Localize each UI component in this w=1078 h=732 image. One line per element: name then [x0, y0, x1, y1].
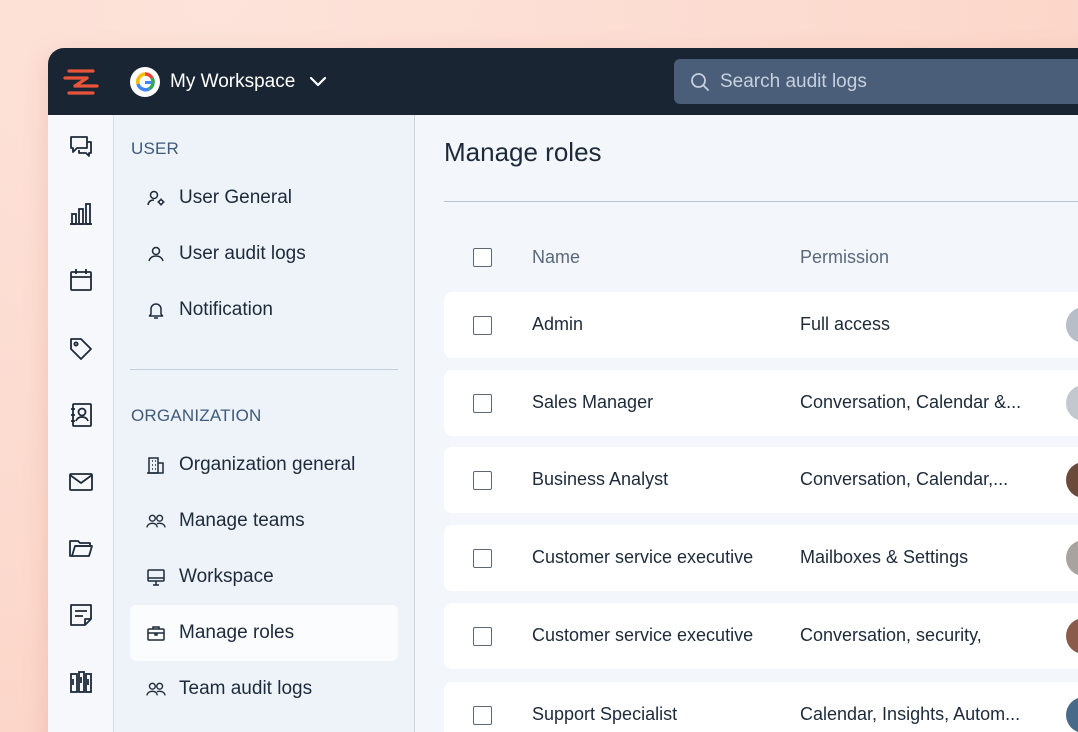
sidebar-item-manage-teams[interactable]: Manage teams [130, 493, 398, 549]
workspace-logo-icon [136, 72, 155, 92]
role-name: Business Analyst [532, 469, 669, 489]
table-row[interactable]: Admin Full access [444, 292, 1078, 358]
workspace-avatar [130, 67, 160, 97]
role-name: Admin [532, 314, 584, 334]
folder-icon[interactable] [67, 534, 95, 562]
sidebar-item-label: Workspace [179, 566, 274, 587]
mail-icon[interactable] [67, 468, 95, 496]
table-row[interactable]: Support Specialist Calendar, Insights, A… [444, 682, 1078, 732]
table-row[interactable]: Customer service executive Conversation,… [444, 603, 1078, 669]
avatar [1066, 697, 1078, 732]
row-checkbox[interactable] [473, 316, 492, 335]
logo-icon [63, 68, 99, 95]
sidebar-item-manage-roles[interactable]: Manage roles [130, 605, 398, 661]
sidebar-divider [130, 369, 398, 370]
sidebar-item-user-audit-logs[interactable]: User audit logs [130, 226, 398, 282]
app-logo[interactable] [48, 48, 114, 115]
role-permission: Full access [800, 314, 891, 334]
icon-rail [48, 115, 114, 732]
sidebar-item-team-audit-logs[interactable]: Team audit logs [130, 661, 398, 717]
role-permission: Conversation, security, [800, 625, 982, 645]
row-checkbox[interactable] [473, 394, 492, 413]
building-icon [146, 455, 166, 475]
avatar [1066, 618, 1078, 654]
table-header: Name Permission [444, 233, 1078, 283]
sidebar-item-workspace[interactable]: Workspace [130, 549, 398, 605]
library-icon[interactable] [67, 668, 95, 696]
sidebar-item-notification[interactable]: Notification [130, 282, 398, 338]
row-checkbox[interactable] [473, 471, 492, 490]
contacts-icon[interactable] [67, 401, 95, 429]
sidebar-item-label: Organization general [179, 454, 356, 475]
top-bar: My Workspace [48, 48, 1078, 115]
row-checkbox[interactable] [473, 549, 492, 568]
role-name: Customer service executive [532, 625, 754, 645]
chevron-down-icon [309, 76, 327, 88]
avatar [1066, 385, 1078, 421]
bar-chart-icon[interactable] [67, 200, 95, 228]
app-window: My Workspace Search audit logs USER User… [48, 48, 1078, 732]
row-checkbox[interactable] [473, 627, 492, 646]
sidebar-item-label: User audit logs [179, 243, 306, 264]
settings-sidebar: USER User General User audit logs Notifi… [114, 115, 415, 732]
user-section-title: USER [131, 139, 180, 158]
row-checkbox[interactable] [473, 706, 492, 725]
bell-icon [146, 300, 166, 320]
chat-icon[interactable] [67, 133, 95, 161]
main-content: Manage roles Name Permission Admin Full … [415, 115, 1078, 732]
role-name: Sales Manager [532, 392, 654, 412]
tag-icon[interactable] [67, 335, 95, 363]
sidebar-item-label: Manage roles [179, 622, 295, 643]
role-permission: Conversation, Calendar,... [800, 469, 1009, 489]
sidebar-item-label: Team audit logs [179, 678, 313, 699]
monitor-icon [146, 567, 166, 587]
table-row[interactable]: Business Analyst Conversation, Calendar,… [444, 447, 1078, 513]
workspace-switcher[interactable]: My Workspace [130, 67, 327, 97]
page-title: Manage roles [444, 137, 602, 167]
user-gear-icon [146, 188, 166, 208]
organization-section-title: ORGANIZATION [131, 406, 262, 425]
briefcase-icon [146, 623, 166, 643]
search-icon [691, 72, 709, 91]
role-permission: Conversation, Calendar &... [800, 392, 1022, 412]
role-name: Support Specialist [532, 704, 678, 724]
column-header-name: Name [532, 247, 581, 267]
workspace-name: My Workspace [170, 71, 296, 92]
avatar [1066, 540, 1078, 576]
role-name: Customer service executive [532, 547, 754, 567]
search-input[interactable] [720, 70, 1060, 93]
sidebar-item-label: Notification [179, 299, 273, 320]
select-all-checkbox[interactable] [473, 248, 492, 267]
table-row[interactable]: Customer service executive Mailboxes & S… [444, 525, 1078, 591]
sidebar-item-label: Manage teams [179, 510, 305, 531]
column-header-permission: Permission [800, 247, 890, 267]
users-icon [146, 679, 166, 699]
search-bar [674, 59, 1078, 104]
avatar [1066, 462, 1078, 498]
sidebar-item-label: User General [179, 187, 292, 208]
notes-icon[interactable] [67, 601, 95, 629]
table-row[interactable]: Sales Manager Conversation, Calendar &..… [444, 370, 1078, 436]
calendar-icon[interactable] [67, 266, 95, 294]
role-permission: Calendar, Insights, Autom... [800, 704, 1021, 724]
sidebar-item-organization-general[interactable]: Organization general [130, 437, 398, 493]
sidebar-item-user-general[interactable]: User General [130, 170, 398, 226]
user-icon [146, 244, 166, 264]
title-divider [444, 201, 1078, 202]
avatar [1066, 307, 1078, 343]
role-permission: Mailboxes & Settings [800, 547, 969, 567]
users-icon [146, 511, 166, 531]
